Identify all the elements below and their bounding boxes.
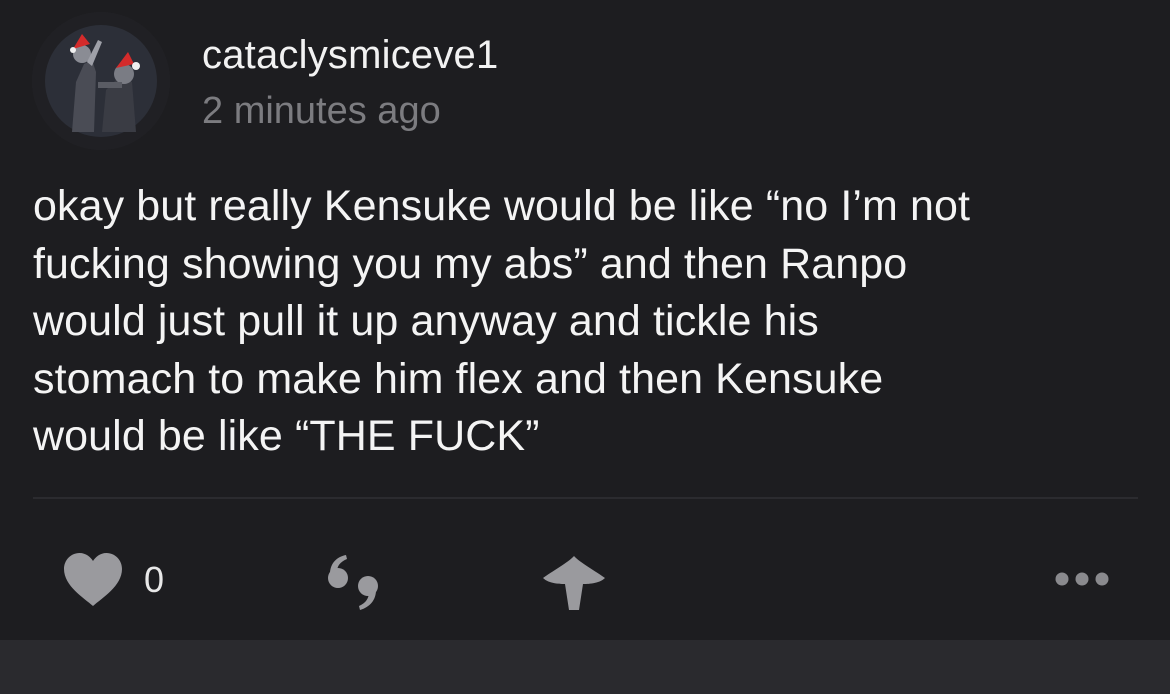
heart-icon [64,553,122,606]
ellipsis-icon [1055,572,1109,586]
post-timestamp: 2 minutes ago [202,90,441,132]
upvote-arrow-icon [543,556,605,610]
more-options-button[interactable] [1053,570,1111,588]
post-card: cataclysmiceve1 2 minutes ago okay but r… [0,0,1170,640]
reblog-button[interactable] [318,554,388,616]
footer-bar [0,640,1170,694]
post-body-line: stomach to make him flex and then Kensuk… [33,354,884,403]
post-body-line: fucking showing you my abs” and then Ran… [33,239,908,288]
avatar-image [32,12,170,150]
divider [33,497,1138,499]
post-body-line: would just pull it up anyway and tickle … [33,297,819,345]
username[interactable]: cataclysmiceve1 [202,30,498,80]
post-actions: 0 [0,540,1170,620]
like-count: 0 [144,559,165,600]
quote-icon [328,555,378,610]
post-body-line: would be like “THE FUCK” [33,412,540,460]
like-button[interactable] [62,552,124,608]
post-body-line: okay but really Kensuke would be like “n… [33,182,971,230]
avatar[interactable] [32,12,170,150]
post-body: okay but really Kensuke would be like “n… [33,178,1143,466]
upvote-button[interactable] [541,554,607,612]
